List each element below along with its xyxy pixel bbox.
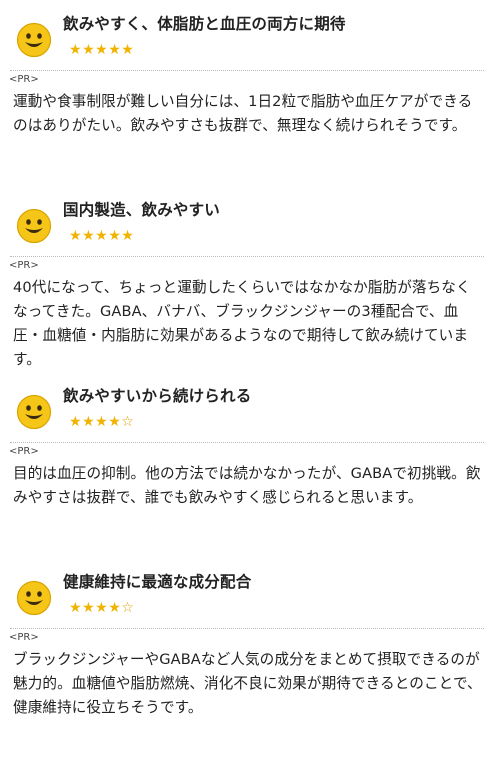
review-list: 飲みやすく、体脂肪と血圧の両方に期待 ★★★★★ <PR> 運動や食事制限が難し…: [0, 0, 494, 734]
review-body: ブラックジンジャーやGABAなど人気の成分をまとめて摂取できるのが魅力的。血糖値…: [13, 651, 482, 716]
star-filled-icon: ★: [95, 228, 109, 244]
review-item: 国内製造、飲みやすい ★★★★★ <PR> 40代になって、ちょっと運動したくら…: [0, 186, 494, 372]
review-body: 運動や食事制限が難しい自分には、1日2粒で脂肪や血圧ケアができるのはありがたい。…: [13, 93, 473, 134]
review-title: 飲みやすく、体脂肪と血圧の両方に期待: [63, 15, 346, 33]
review-title: 健康維持に最適な成分配合: [63, 573, 252, 591]
review-item: 健康維持に最適な成分配合 ★★★★☆ <PR> ブラックジンジャーやGABAなど…: [0, 558, 494, 734]
star-filled-icon: ★: [108, 228, 122, 244]
pr-label: <PR>: [9, 632, 39, 643]
star-filled-icon: ★: [82, 228, 96, 244]
divider: [10, 442, 484, 443]
divider: [10, 256, 484, 257]
star-filled-icon: ★: [82, 414, 96, 430]
star-filled-icon: ★: [69, 600, 83, 616]
smiley-face-icon: [16, 208, 52, 244]
star-empty-icon: ☆: [121, 414, 135, 430]
review-header: 飲みやすいから続けられる ★★★★☆: [13, 384, 484, 446]
star-filled-icon: ★: [69, 42, 83, 58]
star-filled-icon: ★: [95, 600, 109, 616]
star-rating: ★★★★★: [69, 228, 134, 244]
star-filled-icon: ★: [108, 42, 122, 58]
review-title: 国内製造、飲みやすい: [63, 201, 221, 219]
review-header: 飲みやすく、体脂肪と血圧の両方に期待 ★★★★★: [13, 12, 484, 74]
star-filled-icon: ★: [69, 414, 83, 430]
smiley-face-icon: [16, 22, 52, 58]
star-filled-icon: ★: [108, 600, 122, 616]
star-filled-icon: ★: [95, 414, 109, 430]
star-filled-icon: ★: [82, 600, 96, 616]
star-filled-icon: ★: [69, 228, 83, 244]
review-title: 飲みやすいから続けられる: [63, 387, 252, 405]
review-item: 飲みやすいから続けられる ★★★★☆ <PR> 目的は血圧の抑制。他の方法では続…: [0, 372, 494, 558]
star-filled-icon: ★: [121, 42, 135, 58]
pr-label: <PR>: [9, 74, 39, 85]
star-rating: ★★★★☆: [69, 414, 134, 430]
review-item: 飲みやすく、体脂肪と血圧の両方に期待 ★★★★★ <PR> 運動や食事制限が難し…: [0, 0, 494, 186]
smiley-face-icon: [16, 580, 52, 616]
divider: [10, 628, 484, 629]
pr-label: <PR>: [9, 446, 39, 457]
smiley-face-icon: [16, 394, 52, 430]
star-filled-icon: ★: [108, 414, 122, 430]
divider: [10, 70, 484, 71]
star-filled-icon: ★: [121, 228, 135, 244]
star-empty-icon: ☆: [121, 600, 135, 616]
star-rating: ★★★★☆: [69, 600, 134, 616]
review-body: 目的は血圧の抑制。他の方法では続かなかったが、GABAで初挑戦。飲みやすさは抜群…: [13, 465, 481, 506]
review-header: 国内製造、飲みやすい ★★★★★: [13, 198, 484, 260]
star-filled-icon: ★: [82, 42, 96, 58]
review-body: 40代になって、ちょっと運動したくらいではなかなか脂肪が落ちなくなってきた。GA…: [13, 279, 471, 368]
review-header: 健康維持に最適な成分配合 ★★★★☆: [13, 570, 484, 632]
star-rating: ★★★★★: [69, 42, 134, 58]
pr-label: <PR>: [9, 260, 39, 271]
star-filled-icon: ★: [95, 42, 109, 58]
